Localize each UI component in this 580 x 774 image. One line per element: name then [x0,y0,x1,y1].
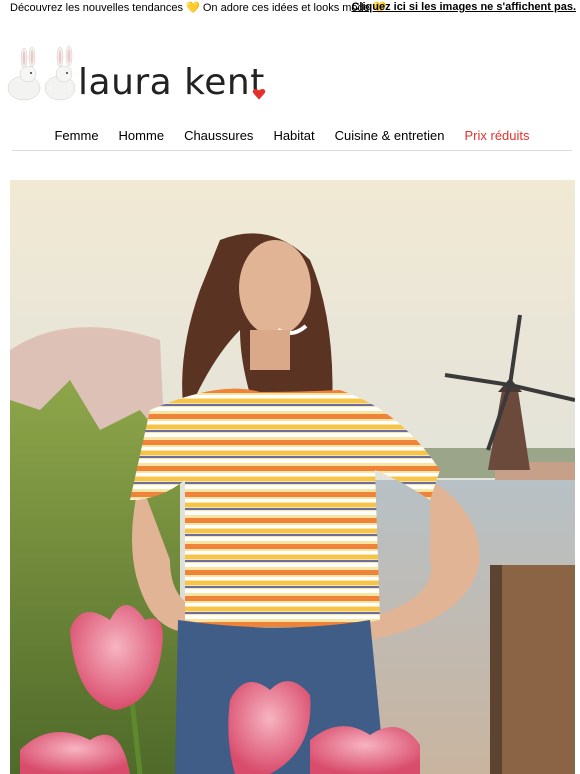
nav-item-cuisine[interactable]: Cuisine & entretien [335,128,445,150]
preheader-text: Découvrez les nouvelles tendances 💛 On a… [10,2,387,14]
view-online-link[interactable]: Cliquez ici si les images ne s'affichent… [351,1,576,13]
nav-item-homme[interactable]: Homme [119,128,165,150]
nav-item-femme[interactable]: Femme [54,128,98,150]
nav-item-habitat[interactable]: Habitat [273,128,314,150]
nav-item-chaussures[interactable]: Chaussures [184,128,253,150]
header-logo[interactable]: laura kent [0,40,580,110]
hero-image[interactable] [10,180,575,774]
brand-logo-text: laura kent [78,62,265,103]
nav-divider [12,150,572,151]
hero-photo [10,180,575,774]
main-nav: Femme Homme Chaussures Habitat Cuisine &… [12,128,572,150]
nav-item-prix-reduits[interactable]: Prix réduits [464,128,529,150]
preheader: Découvrez les nouvelles tendances 💛 On a… [0,0,580,18]
bunnies-icon [7,45,76,101]
heart-icon [252,89,266,100]
